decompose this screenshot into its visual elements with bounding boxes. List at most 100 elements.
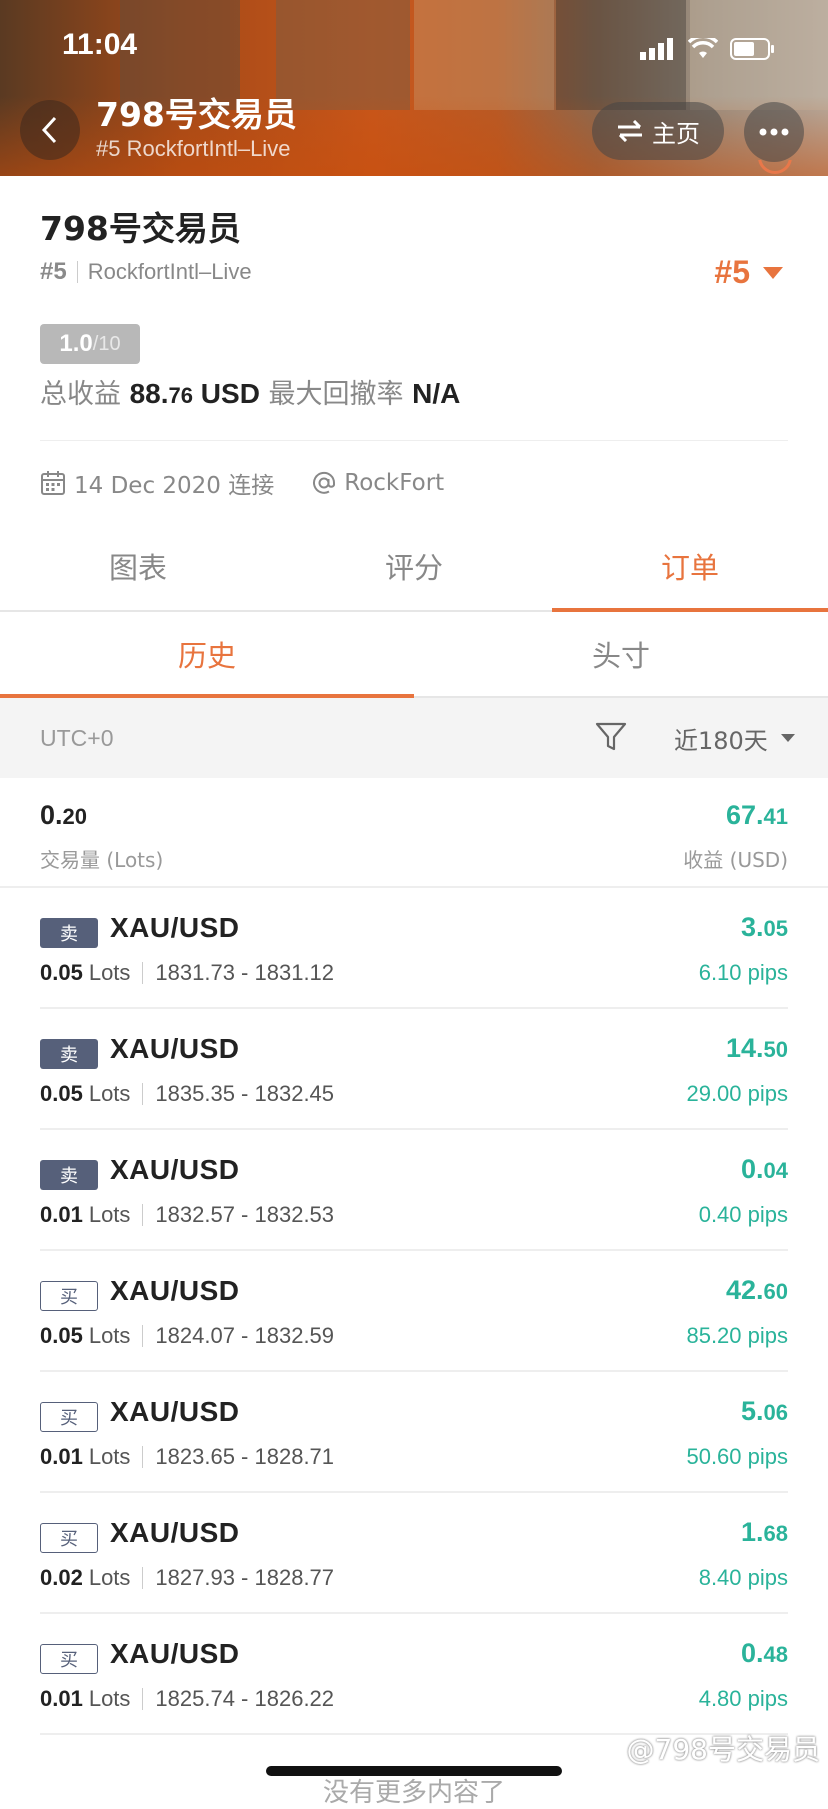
rank-badge: #5 — [714, 254, 750, 290]
tab-history[interactable]: 历史 — [0, 612, 414, 698]
order-lots-unit: Lots — [88, 1081, 131, 1106]
filter-icon[interactable] — [594, 720, 628, 754]
order-symbol: XAU/USD — [110, 1275, 240, 1306]
period-dropdown[interactable]: 近180天 — [674, 698, 796, 778]
buy-tag: 买 — [40, 1644, 98, 1674]
no-more-content-text: 没有更多内容了 — [322, 1778, 505, 1808]
header-title: 798号交易员 — [96, 95, 297, 134]
tab-rating-label: 评分 — [384, 551, 443, 585]
order-row[interactable]: 卖 XAU/USD 0.01 Lots 1832.57 - 1832.53 0.04… — [40, 1130, 788, 1251]
filter-bar: UTC+0 近180天 — [0, 698, 828, 778]
order-lots-unit: Lots — [88, 1323, 131, 1348]
main-tab-bar: 图表 评分 订单 — [0, 522, 828, 612]
volume-value: 0.20 — [40, 800, 88, 830]
order-lots-unit: Lots — [88, 1565, 131, 1590]
buy-tag: 买 — [40, 1402, 98, 1432]
timezone-label: UTC+0 — [40, 724, 114, 751]
buy-tag: 买 — [40, 1523, 98, 1553]
order-price-range: 1832.57 - 1832.53 — [155, 1202, 335, 1227]
profit-value: 67.41 — [725, 800, 788, 830]
order-detail: 0.01 Lots 1825.74 - 1826.22 — [40, 1686, 334, 1712]
order-row[interactable]: 买 XAU/USD 0.05 Lots 1824.07 - 1832.59 42.6… — [40, 1251, 788, 1372]
account-name: RockfortIntl–Live — [87, 259, 252, 284]
connected-date: 14 Dec 2020 连接 — [74, 473, 275, 499]
trader-name: 798号交易员 — [40, 209, 241, 248]
order-pips: 50.60 pips — [686, 1444, 788, 1469]
order-detail: 0.05 Lots 1824.07 - 1832.59 — [40, 1323, 334, 1349]
order-row[interactable]: 买 XAU/USD 0.01 Lots 1825.74 - 1826.22 0.48… — [40, 1614, 788, 1735]
order-pips: 0.40 pips — [698, 1202, 788, 1227]
order-pips: 85.20 pips — [686, 1323, 788, 1348]
order-pips: 8.40 pips — [698, 1565, 788, 1590]
more-options-button[interactable] — [744, 102, 804, 162]
tab-orders[interactable]: 订单 — [552, 522, 828, 612]
profile-meta: 14 Dec 2020 连接 RockFort — [40, 466, 444, 500]
order-price-range: 1831.73 - 1831.12 — [155, 960, 335, 985]
rank-number: #5 — [40, 258, 67, 285]
back-button[interactable] — [20, 100, 80, 160]
sub-tab-bar: 历史 头寸 — [0, 612, 828, 698]
buy-tag: 买 — [40, 1281, 98, 1311]
total-profit-label: 总收益 — [40, 379, 121, 410]
header-banner: 11:04 798号交易员 #5 RockfortIntl–Live 主页 — [0, 0, 828, 176]
order-row[interactable]: 买 XAU/USD 0.01 Lots 1823.65 - 1828.71 5.06… — [40, 1372, 788, 1493]
order-detail: 0.05 Lots 1835.35 - 1832.45 — [40, 1081, 334, 1107]
order-pips: 6.10 pips — [698, 960, 788, 985]
tab-rating[interactable]: 评分 — [276, 522, 552, 610]
rank-account-line: #5 RockfortIntl–Live — [40, 258, 252, 286]
header-subtitle: #5 RockfortIntl–Live — [96, 136, 291, 161]
divider — [40, 440, 788, 441]
order-price-range: 1825.74 - 1826.22 — [155, 1686, 335, 1711]
profit-label: 收益 (USD) — [683, 848, 788, 872]
watermark-text: @798号交易员 — [626, 1733, 820, 1766]
order-symbol: XAU/USD — [110, 1154, 240, 1185]
sell-tag: 卖 — [40, 918, 98, 948]
tab-chart-label: 图表 — [108, 551, 167, 585]
sell-tag: 卖 — [40, 1039, 98, 1069]
tab-chart[interactable]: 图表 — [0, 522, 276, 610]
order-row[interactable]: 卖 XAU/USD 0.05 Lots 1831.73 - 1831.12 3.05… — [40, 888, 788, 1009]
period-label: 近180天 — [674, 726, 768, 755]
order-list: 卖 XAU/USD 0.05 Lots 1831.73 - 1831.12 3.05… — [40, 888, 788, 1735]
max-drawdown-label: 最大回撤率 — [268, 379, 404, 410]
order-pips: 29.00 pips — [686, 1081, 788, 1106]
caret-down-icon — [763, 266, 783, 279]
tab-positions-label: 头寸 — [591, 639, 650, 673]
broker-name: RockFort — [344, 470, 445, 496]
order-lots: 0.01 — [40, 1202, 83, 1227]
order-profit: 14.50 — [725, 1033, 788, 1063]
order-detail: 0.01 Lots 1832.57 - 1832.53 — [40, 1202, 334, 1228]
volume-label: 交易量 (Lots) — [40, 848, 164, 872]
order-symbol: XAU/USD — [110, 1517, 240, 1548]
order-symbol: XAU/USD — [110, 1033, 240, 1064]
caret-down-icon — [780, 734, 795, 742]
total-profit-int: 88. — [129, 378, 169, 409]
order-lots: 0.01 — [40, 1686, 83, 1711]
order-lots-unit: Lots — [88, 1444, 131, 1469]
order-detail: 0.05 Lots 1831.73 - 1831.12 — [40, 960, 334, 986]
order-lots: 0.05 — [40, 1323, 83, 1348]
at-sign-icon — [313, 471, 336, 494]
order-lots-unit: Lots — [88, 960, 131, 985]
order-symbol: XAU/USD — [110, 912, 240, 943]
score-badge: 1.0/10 — [40, 324, 140, 364]
profit-stats: 总收益 88.76 USD 最大回撤率 N/A — [40, 372, 460, 411]
order-row[interactable]: 买 XAU/USD 0.02 Lots 1827.93 - 1828.77 1.68… — [40, 1493, 788, 1614]
rank-dropdown[interactable]: #5 — [714, 254, 784, 291]
weibo-logo-icon — [593, 1737, 620, 1760]
calendar-icon — [41, 471, 65, 495]
home-indicator[interactable] — [266, 1766, 562, 1776]
order-profit: 42.60 — [725, 1275, 788, 1305]
max-drawdown-value: N/A — [412, 378, 461, 409]
wifi-icon — [688, 38, 718, 58]
order-symbol: XAU/USD — [110, 1396, 240, 1427]
home-button[interactable]: 主页 — [592, 102, 724, 160]
total-profit-dec: 76 — [168, 383, 194, 408]
more-dots-icon — [759, 128, 789, 136]
watermark: @798号交易员 — [591, 1728, 820, 1768]
tab-positions[interactable]: 头寸 — [414, 612, 828, 696]
chevron-left-icon — [41, 116, 57, 144]
order-lots: 0.02 — [40, 1565, 83, 1590]
order-row[interactable]: 卖 XAU/USD 0.05 Lots 1835.35 - 1832.45 14.5… — [40, 1009, 788, 1130]
order-lots-unit: Lots — [88, 1202, 131, 1227]
